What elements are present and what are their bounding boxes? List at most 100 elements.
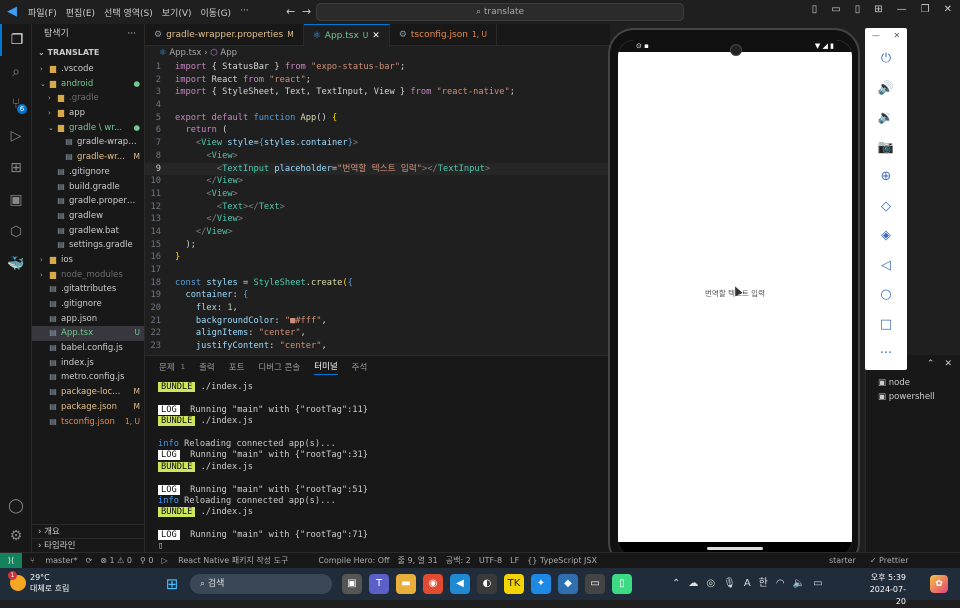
app-icon-1[interactable]: ✦ — [531, 574, 551, 594]
timeline-section[interactable]: › 타임라인 — [32, 538, 145, 552]
tree-item[interactable]: ▤ build.gradle — [32, 180, 144, 195]
account-icon[interactable]: ◯ — [0, 490, 32, 522]
code-line[interactable]: 16} — [145, 251, 610, 264]
microphone-icon[interactable]: 🎙 — [723, 574, 736, 594]
terminal-item-node[interactable]: ▣ node — [878, 376, 935, 390]
more-icon[interactable]: ··· — [865, 339, 907, 369]
outline-section[interactable]: › 개요 — [32, 524, 145, 538]
menu-more[interactable]: ··· — [240, 6, 249, 19]
ports-status[interactable]: ⚲ 0 — [140, 556, 154, 565]
eol-status[interactable]: LF — [510, 556, 519, 565]
code-line[interactable]: 5 export default function App() { — [145, 112, 610, 125]
code-line[interactable]: 9 < TextInput placeholder = "번역할 텍스트 입력" ></… — [145, 162, 610, 176]
problems-status[interactable]: ⊗ 1 ⚠ 0 — [100, 556, 132, 565]
ime-mode-icon[interactable]: A — [744, 574, 751, 594]
home-gesture-bar[interactable] — [707, 547, 763, 550]
clock[interactable]: 오후 5:39 2024-07-20 — [862, 572, 906, 608]
code-line[interactable]: 7 < View style ={styles. container} > — [145, 137, 610, 150]
code-line[interactable]: 15 ); — [145, 239, 610, 252]
tree-item[interactable]: ▤ gradle-wrappe... — [32, 135, 144, 150]
rotate-left-icon[interactable]: ◇ — [865, 192, 907, 222]
code-line[interactable]: 13 </View > — [145, 213, 610, 226]
tree-item[interactable]: ▤ gradlew.bat — [32, 224, 144, 239]
search-icon[interactable]: ⌕ — [0, 56, 32, 88]
vscode-taskbar-icon[interactable]: ◀ — [450, 574, 470, 594]
panel-tab[interactable]: 문제 — [159, 361, 175, 373]
tree-item[interactable]: ▤ App.tsx U — [32, 326, 144, 342]
app-icon-2[interactable]: ◆ — [558, 574, 578, 594]
tree-item[interactable]: ▤ gradlew — [32, 209, 144, 224]
emulator-screen[interactable]: ⊙ ▪ ▼ ◢ ▮ 번역할 텍스트 입력 — [618, 40, 852, 556]
emulator-close-icon[interactable]: ✕ — [893, 28, 900, 44]
task-status[interactable]: ▷ React Native 패키지 작성 도구 — [161, 555, 288, 566]
tree-item[interactable]: ⌄ ▆ gradle \ wr... ● — [32, 121, 144, 136]
tree-item[interactable]: ▤ gradle-wr... M — [32, 150, 144, 165]
menu-edit[interactable]: 편집(E) — [66, 6, 95, 19]
tree-item[interactable]: ▤ index.js — [32, 356, 144, 371]
copilot-icon[interactable]: ✿ — [930, 575, 948, 593]
back-icon[interactable]: ◁ — [865, 251, 907, 281]
panel-tab[interactable]: 디버그 콘솔 — [258, 361, 300, 373]
rotate-right-icon[interactable]: ◈ — [865, 221, 907, 251]
zoom-icon[interactable]: ⊕ — [865, 162, 907, 192]
code-line[interactable]: 6 return ( — [145, 124, 610, 137]
toggle-sidebar-icon[interactable]: ▯ — [812, 4, 818, 15]
breadcrumb-file[interactable]: App.tsx — [169, 48, 201, 58]
battery-icon[interactable]: ▭ — [813, 574, 822, 594]
menu-view[interactable]: 보기(V) — [162, 6, 192, 19]
close-panel-icon[interactable]: ✕ — [944, 359, 952, 369]
tray-overflow-icon[interactable]: ⌃ — [672, 574, 680, 594]
emulator-minimize-icon[interactable]: — — [872, 28, 880, 44]
maximize-icon[interactable]: ❐ — [921, 4, 930, 15]
tree-item[interactable]: ▤ .gitignore — [32, 297, 144, 312]
volume-icon[interactable]: 🔈 — [793, 574, 805, 594]
minimize-icon[interactable]: — — [897, 4, 907, 15]
gitlens-icon[interactable]: ⬡ — [0, 216, 32, 248]
maximize-panel-icon[interactable]: ⌃ — [927, 359, 935, 369]
tree-item[interactable]: ▤ package-loc... M — [32, 385, 144, 400]
github-desktop-icon[interactable]: ◐ — [477, 574, 497, 594]
menu-selection[interactable]: 선택 영역(S) — [104, 6, 153, 19]
encoding-status[interactable]: UTF-8 — [479, 556, 502, 565]
tree-item[interactable]: ▤ metro.config.js — [32, 370, 144, 385]
language-mode[interactable]: {} TypeScript JSX — [527, 556, 597, 565]
code-line[interactable]: 3 import { StyleSheet, Text, TextInput, V… — [145, 86, 610, 99]
panel-tab[interactable]: 출력 — [199, 361, 215, 373]
code-line[interactable]: 4 — [145, 99, 610, 112]
git-branch[interactable]: ⑂ master* — [30, 556, 78, 565]
tray-icon-2[interactable]: ◎ — [706, 574, 715, 594]
back-arrow-icon[interactable]: ← — [286, 5, 295, 18]
overview-icon[interactable]: □ — [865, 310, 907, 340]
code-line[interactable]: 19 container: { — [145, 289, 610, 302]
taskbar-search[interactable]: ⌕ 검색 — [190, 574, 332, 594]
breadcrumb-symbol[interactable]: App — [220, 48, 237, 58]
code-line[interactable]: 1 import { StatusBar } from "expo-status-… — [145, 61, 610, 74]
toggle-secondary-sidebar-icon[interactable]: ▯ — [855, 4, 861, 15]
terminal-item-powershell[interactable]: ▣ powershell — [878, 390, 935, 404]
code-line[interactable]: 23 justifyContent: "center", — [145, 340, 610, 353]
tree-item[interactable]: ▤ gradle.properties — [32, 194, 144, 209]
tree-item[interactable]: › ▆ .gradle — [32, 91, 144, 106]
kakaotalk-icon[interactable]: TK — [504, 574, 524, 594]
panel-tab[interactable]: 터미널 — [314, 360, 338, 375]
terminal-taskbar-icon[interactable]: ▭ — [585, 574, 605, 594]
tree-item[interactable]: ▤ tsconfig.json 1, U — [32, 415, 144, 430]
docker-icon[interactable]: 🐳 — [0, 248, 32, 280]
volume-up-icon[interactable]: 🔊 — [865, 74, 907, 104]
layout-icon[interactable]: ⊞ — [874, 4, 882, 15]
tree-item[interactable]: › ▆ .vscode — [32, 62, 144, 77]
tree-item[interactable]: › ▆ ios — [32, 253, 144, 268]
forward-arrow-icon[interactable]: → — [302, 5, 311, 18]
toggle-panel-icon[interactable]: ▭ — [831, 4, 840, 15]
indent-status[interactable]: 공백: 2 — [446, 555, 471, 566]
home-icon[interactable]: ○ — [865, 280, 907, 310]
code-line[interactable]: 8 < View > — [145, 150, 610, 163]
editor-tab[interactable]: ⚛ App.tsx U ✕ — [303, 24, 390, 46]
code-line[interactable]: 20 flex: 1, — [145, 302, 610, 315]
compile-hero-status[interactable]: Compile Hero: Off — [318, 556, 389, 565]
camera-icon[interactable]: 📷 — [865, 133, 907, 163]
editor-tab[interactable]: ⚙ gradle-wrapper.properties M — [145, 24, 304, 46]
code-line[interactable]: 11 < View > — [145, 188, 610, 201]
editor-tab[interactable]: ⚙ tsconfig.json 1, U — [390, 24, 497, 46]
close-icon[interactable]: ✕ — [944, 4, 952, 15]
